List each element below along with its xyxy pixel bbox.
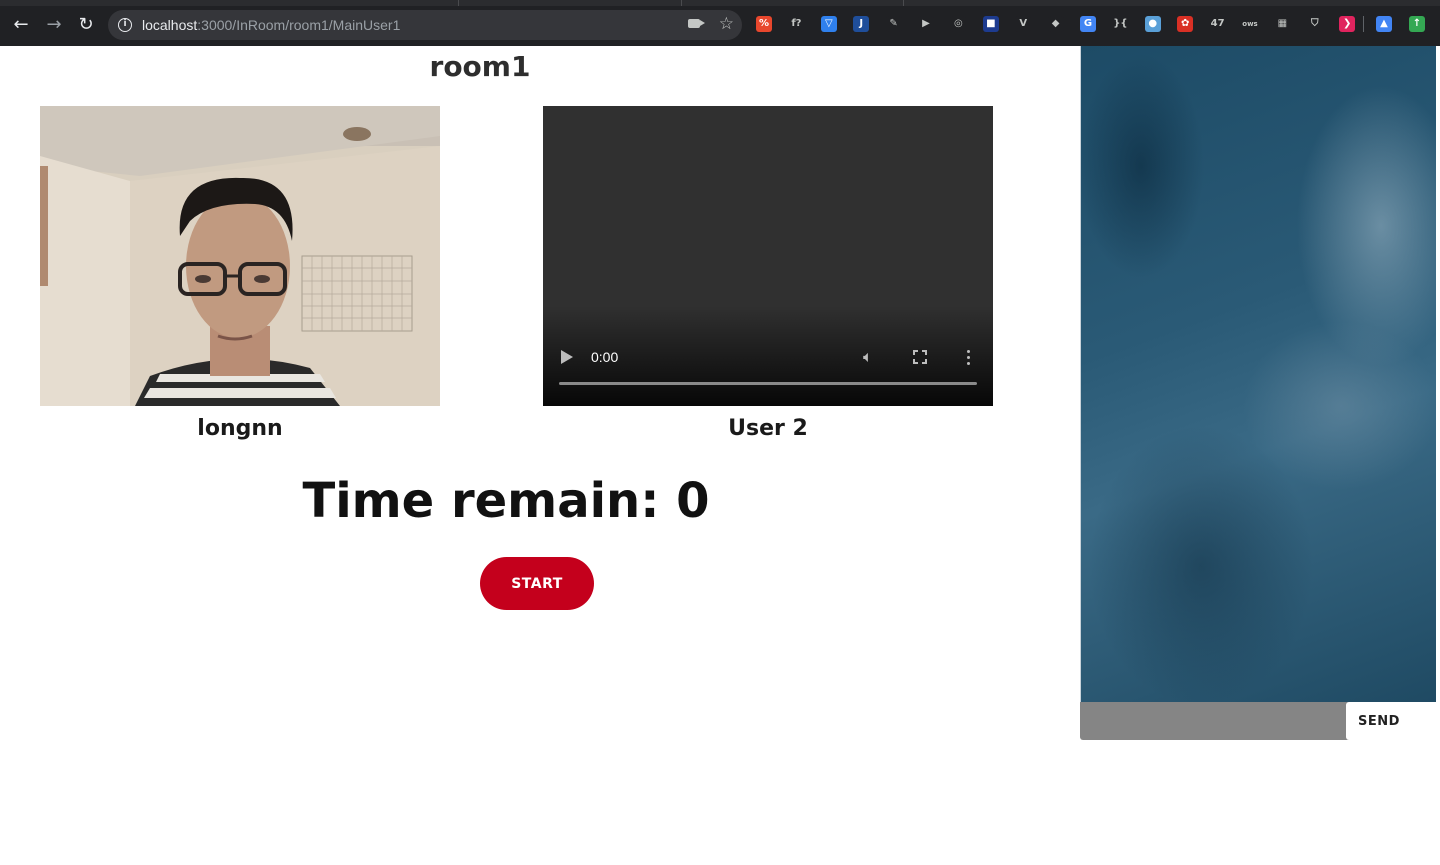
reload-icon[interactable]: ↻ xyxy=(75,14,97,36)
ext-red-icon[interactable]: ✿ xyxy=(1177,16,1194,32)
forward-icon[interactable]: → xyxy=(43,14,65,36)
camera-icon[interactable] xyxy=(688,19,705,28)
address-bar[interactable]: i localhost:3000/InRoom/room1/MainUser1 … xyxy=(108,10,742,40)
room-title: room1 xyxy=(429,50,531,83)
ext-square-icon[interactable]: ■ xyxy=(982,16,999,32)
ext-cube-icon[interactable]: ◆ xyxy=(1047,16,1064,32)
local-user-name: longnn xyxy=(197,416,283,441)
ext-bookmark-icon[interactable]: ❯ xyxy=(1339,16,1356,32)
ext-vue-icon[interactable]: V xyxy=(1015,16,1032,32)
ext-shield-icon[interactable]: ⛉ xyxy=(1306,16,1323,32)
ext-bracket-icon[interactable]: }{ xyxy=(1112,16,1129,32)
send-button[interactable]: SEND xyxy=(1346,702,1436,740)
ext-pocket-icon[interactable]: ▽ xyxy=(820,16,837,32)
browser-toolbar: ← → ↻ i localhost:3000/InRoom/room1/Main… xyxy=(0,0,1440,46)
tab-separator xyxy=(903,0,904,6)
ext-pen-icon[interactable]: ✎ xyxy=(885,16,902,32)
ext-grammar-icon[interactable]: % xyxy=(756,16,772,32)
ext-j-icon[interactable]: J xyxy=(853,16,870,32)
toolbar-divider xyxy=(1363,16,1364,32)
info-icon[interactable]: i xyxy=(118,18,132,32)
remote-video[interactable]: 0:00 🔈︎ xyxy=(543,106,993,406)
url-text[interactable]: localhost:3000/InRoom/room1/MainUser1 xyxy=(142,17,400,33)
ext-counter-icon[interactable]: 47 xyxy=(1209,16,1226,32)
ext-up-icon[interactable]: ↑ xyxy=(1409,16,1425,32)
ext-target-icon[interactable]: ◎ xyxy=(950,16,967,32)
tab-separator xyxy=(458,0,459,6)
ext-font-icon[interactable]: f? xyxy=(788,16,805,32)
star-icon[interactable]: ☆ xyxy=(719,14,734,34)
video-time: 0:00 xyxy=(591,349,619,365)
remote-user-name: User 2 xyxy=(728,416,808,441)
ext-drive-icon[interactable]: ▲ xyxy=(1376,16,1392,32)
tab-strip xyxy=(0,0,1440,6)
chat-messages-panel[interactable] xyxy=(1080,46,1436,702)
ext-box-icon[interactable]: ▦ xyxy=(1274,16,1291,32)
ext-translate-icon[interactable]: G xyxy=(1080,16,1096,32)
camera-feed xyxy=(40,106,440,406)
tab-separator xyxy=(681,0,682,6)
play-icon[interactable] xyxy=(561,350,573,364)
volume-icon[interactable]: 🔈︎ xyxy=(863,347,873,367)
ext-play-icon[interactable]: ▶ xyxy=(918,16,934,32)
chat-message-input[interactable] xyxy=(1080,702,1362,740)
start-button[interactable]: START xyxy=(480,557,594,610)
time-remaining: Time remain: 0 xyxy=(302,473,710,529)
fullscreen-icon[interactable] xyxy=(912,349,928,365)
url-host: localhost xyxy=(142,17,198,33)
local-video xyxy=(40,106,440,406)
ext-circle-icon[interactable]: ● xyxy=(1144,16,1161,32)
ext-ows-icon[interactable]: ows xyxy=(1242,16,1258,32)
url-path: :3000/InRoom/room1/MainUser1 xyxy=(197,17,401,33)
video-progress-bar[interactable] xyxy=(559,382,977,385)
back-icon[interactable]: ← xyxy=(10,14,32,36)
more-options-icon[interactable] xyxy=(967,350,971,366)
